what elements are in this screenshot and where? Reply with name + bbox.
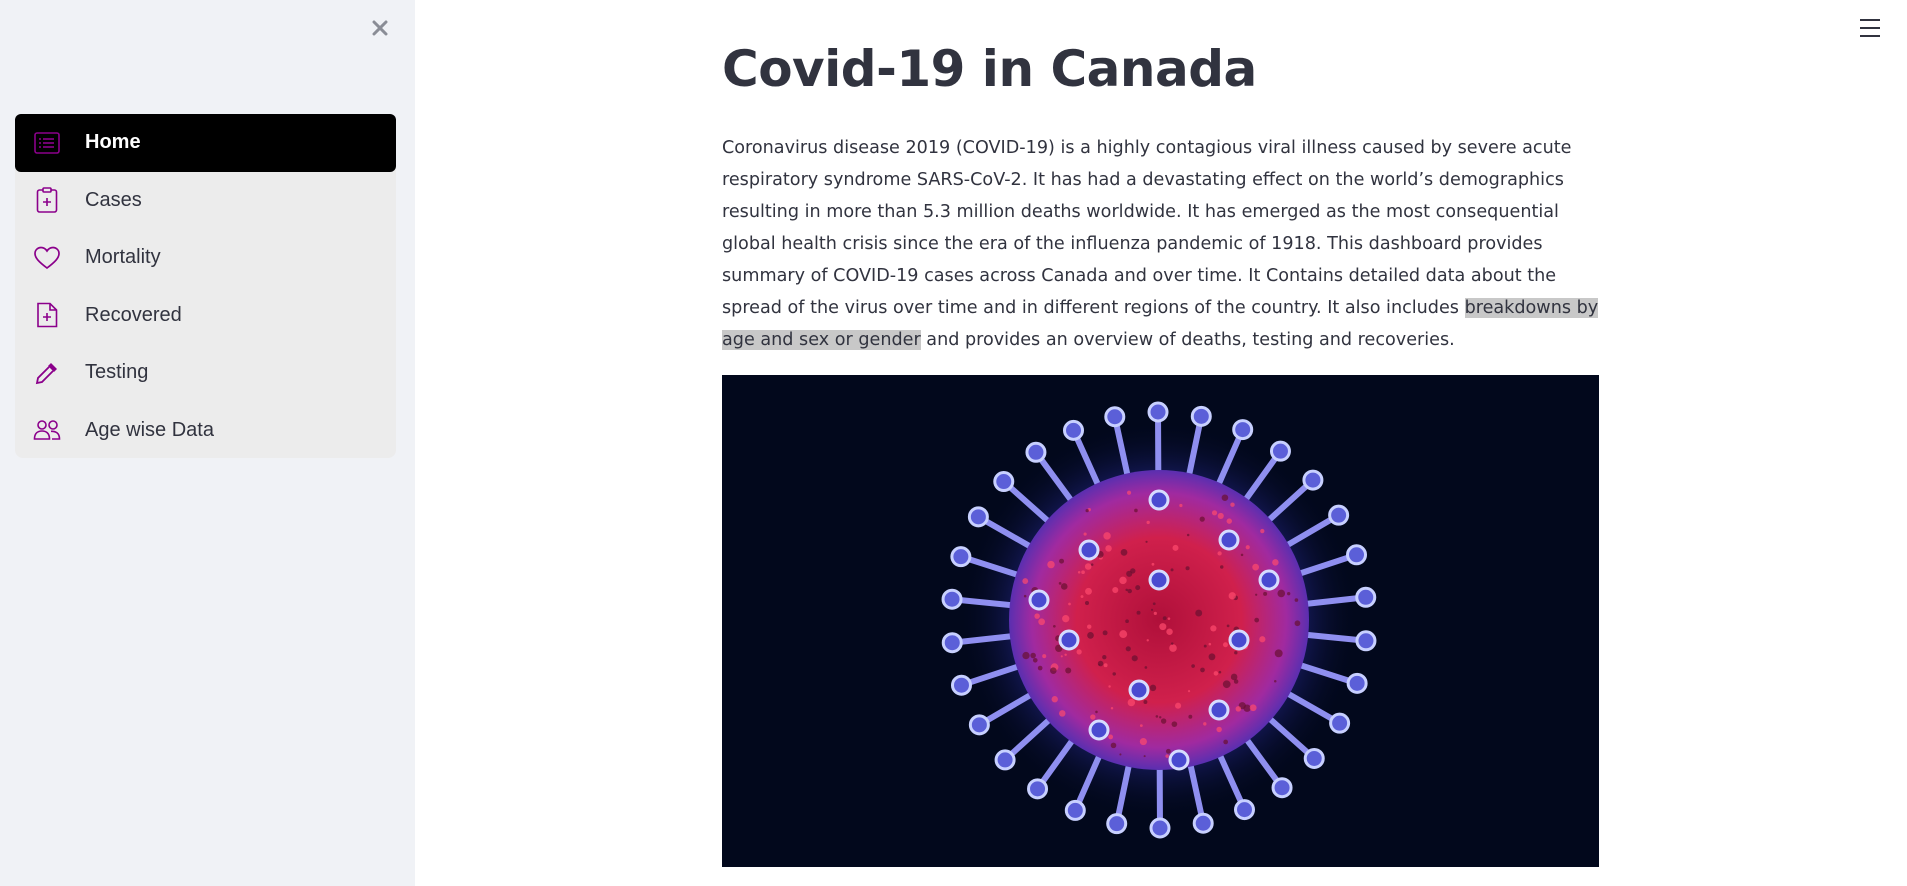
hamburger-icon-bar (1860, 35, 1880, 37)
sidebar-item-label: Testing (85, 361, 149, 384)
coronavirus-image (722, 375, 1599, 867)
list-icon (33, 129, 61, 157)
sidebar: Home Cases Mortality Recovered Testing A… (0, 0, 415, 886)
page-title: Covid-19 in Canada (722, 40, 1257, 98)
sidebar-item-label: Mortality (85, 246, 161, 269)
close-sidebar-button[interactable] (366, 14, 394, 42)
sidebar-item-cases[interactable]: Cases (15, 172, 396, 230)
people-icon (33, 416, 61, 444)
close-icon (372, 20, 388, 36)
sidebar-item-home[interactable]: Home (15, 114, 396, 172)
sidebar-item-label: Age wise Data (85, 418, 214, 441)
intro-text-start: Coronavirus disease 2019 (COVID-19) is a… (722, 138, 1572, 318)
coronavirus-illustration (941, 401, 1377, 839)
heart-icon (33, 244, 61, 272)
sidebar-item-label: Recovered (85, 303, 182, 326)
sidebar-item-mortality[interactable]: Mortality (15, 229, 396, 287)
sidebar-item-label: Cases (85, 188, 142, 211)
nav-menu: Home Cases Mortality Recovered Testing A… (15, 114, 396, 458)
sidebar-item-recovered[interactable]: Recovered (15, 287, 396, 345)
file-plus-icon (33, 301, 61, 329)
intro-text-end: and provides an overview of deaths, test… (920, 330, 1455, 350)
sidebar-item-testing[interactable]: Testing (15, 344, 396, 402)
main-menu-button[interactable] (1858, 16, 1882, 40)
hamburger-icon-bar (1860, 19, 1880, 21)
clipboard-plus-icon (33, 186, 61, 214)
intro-paragraph: Coronavirus disease 2019 (COVID-19) is a… (722, 132, 1602, 356)
eyedropper-icon (33, 359, 61, 387)
sidebar-item-age-wise-data[interactable]: Age wise Data (15, 402, 396, 460)
hamburger-icon-bar (1860, 27, 1880, 29)
sidebar-item-label: Home (85, 131, 141, 154)
